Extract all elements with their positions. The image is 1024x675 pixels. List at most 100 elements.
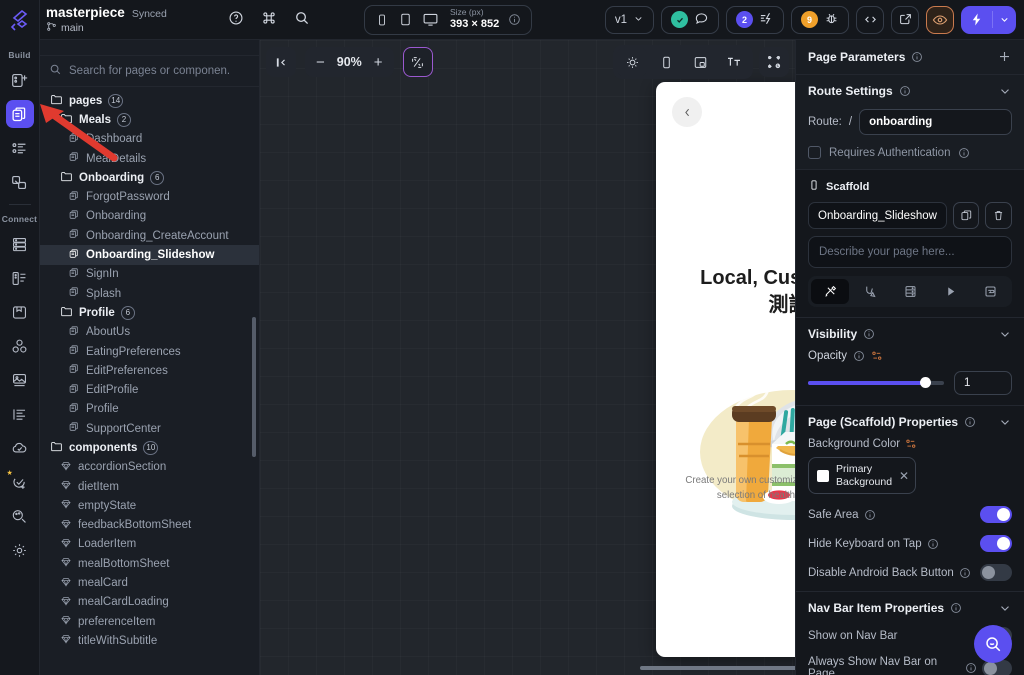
requires-auth-checkbox[interactable] [808,146,821,159]
command-icon[interactable] [261,10,277,29]
info-icon[interactable] [863,328,875,340]
search-pages-bar[interactable] [40,55,259,87]
tab-state-icon[interactable] [971,279,1009,304]
rail-tests-icon[interactable]: ★ [6,468,34,496]
tab-backend-query-icon[interactable] [891,279,929,304]
tree-item[interactable]: mealCard [40,573,259,592]
route-settings-header[interactable]: Route Settings [808,84,1012,98]
chevron-left-icon[interactable] [672,97,702,127]
selection-settings-icon[interactable] [759,47,789,77]
desktop-icon[interactable] [422,11,439,28]
tree-item[interactable]: preferenceItem [40,612,259,631]
search-icon[interactable] [294,10,310,29]
issues-status[interactable]: 2 [726,5,784,34]
tree-folder[interactable]: pages 14 [40,91,259,110]
chevron-down-icon[interactable] [998,327,1012,341]
rail-api-calls-icon[interactable] [6,264,34,292]
tree-folder[interactable]: Profile 6 [40,303,259,322]
tree-item[interactable]: accordionSection [40,458,259,477]
set-variable-icon[interactable] [905,438,917,450]
opacity-slider[interactable] [808,377,944,388]
tree-item[interactable]: titleWithSubtitle [40,631,259,650]
chevron-down-icon[interactable] [998,415,1012,429]
tree-item[interactable]: Dashboard [40,130,259,149]
tree-item[interactable]: Profile [40,400,259,419]
flutterflow-logo-icon[interactable] [5,6,35,36]
text-size-icon[interactable] [719,47,749,77]
tree-folder[interactable]: Meals 2 [40,110,259,129]
tree-item[interactable]: EditProfile [40,380,259,399]
tree-item[interactable]: SupportCenter [40,419,259,438]
info-icon[interactable] [927,538,939,550]
rail-database-icon[interactable] [6,230,34,258]
page-properties-header[interactable]: Page (Scaffold) Properties [808,415,1012,429]
rail-media-assets-icon[interactable] [6,366,34,394]
warnings-status[interactable]: 9 [791,5,849,34]
version-selector[interactable]: v1 [604,5,654,34]
chevron-down-icon[interactable] [998,84,1012,98]
page-description-input[interactable]: Describe your page here... [808,236,1012,268]
rail-pages-icon[interactable] [5,100,34,128]
tree-item[interactable]: mealCardLoading [40,593,259,612]
preview-eye-icon[interactable] [926,5,954,34]
scaffold-name-input[interactable]: Onboarding_Slideshow [808,202,947,229]
visibility-header[interactable]: Visibility [808,327,1012,341]
run-button[interactable] [961,5,1016,34]
tree-folder[interactable]: Onboarding 6 [40,168,259,187]
pages-tree-scrollbar[interactable] [252,317,256,457]
toggle-switch[interactable] [980,564,1012,582]
set-variable-icon[interactable] [871,350,883,362]
chevron-down-icon[interactable] [998,601,1012,615]
brightness-icon[interactable] [617,47,647,77]
color-swatch[interactable] [817,469,829,482]
device-frame-icon[interactable] [651,47,681,77]
nav-bar-properties-header[interactable]: Nav Bar Item Properties [808,601,1012,615]
collapse-panel-icon[interactable] [266,47,296,77]
zoom-out-button[interactable]: − [316,54,325,71]
tree-item[interactable]: Onboarding [40,207,259,226]
tree-item[interactable]: Splash [40,284,259,303]
tree-item[interactable]: dietItem [40,477,259,496]
rail-theme-icon[interactable] [6,502,34,530]
search-input[interactable] [69,65,229,77]
external-link-icon[interactable] [891,5,919,34]
tree-folder[interactable]: components 10 [40,438,259,457]
responsive-layout-icon[interactable] [685,47,715,77]
zoom-in-button[interactable]: + [374,54,383,71]
close-icon[interactable]: ✕ [899,469,909,483]
route-input[interactable]: onboarding [859,109,1012,135]
info-icon[interactable] [964,416,976,428]
toggle-switch[interactable] [980,535,1012,553]
tree-item[interactable]: EditPreferences [40,361,259,380]
tree-item[interactable]: Onboarding_CreateAccount [40,226,259,245]
rail-integrations-icon[interactable] [6,332,34,360]
comments-status[interactable] [661,5,719,34]
rail-settings-icon[interactable] [6,536,34,564]
info-icon[interactable] [958,147,970,159]
rail-components-icon[interactable] [6,168,34,196]
background-color-chip[interactable]: Primary Background ✕ [808,457,916,495]
info-icon[interactable] [864,509,876,521]
help-circle-icon[interactable] [228,10,244,29]
tree-item[interactable]: AboutUs [40,323,259,342]
info-icon[interactable] [899,85,911,97]
copy-icon[interactable] [952,202,980,229]
run-chevron-down-icon[interactable] [993,14,1016,25]
info-icon[interactable] [911,51,923,63]
add-parameter-icon[interactable] [997,49,1012,64]
tree-item[interactable]: emptyState [40,496,259,515]
tab-properties-icon[interactable] [811,279,849,304]
opacity-slider-knob[interactable] [919,377,931,388]
trash-icon[interactable] [985,202,1012,229]
tree-item[interactable]: EatingPreferences [40,342,259,361]
search-assistant-fab[interactable] [974,625,1012,663]
info-icon[interactable] [950,602,962,614]
tree-item[interactable]: SignIn [40,265,259,284]
tree-item[interactable]: MealDetails [40,149,259,168]
color-gradient-icon[interactable] [402,47,433,77]
rail-widget-tree-icon[interactable] [6,134,34,162]
code-icon[interactable] [856,5,884,34]
info-icon[interactable] [853,350,865,362]
tree-item[interactable]: feedbackBottomSheet [40,516,259,535]
rail-cloud-functions-icon[interactable] [6,434,34,462]
